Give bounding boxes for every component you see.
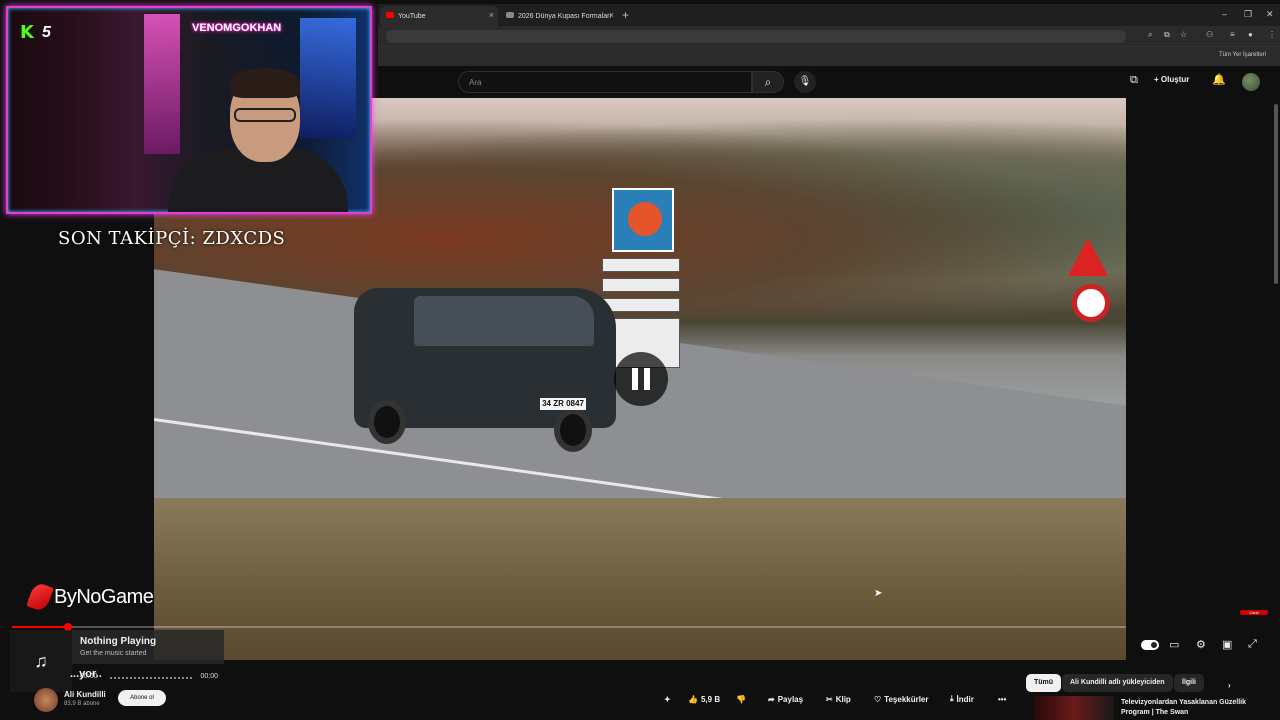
page-scrollbar[interactable] — [1274, 104, 1278, 284]
browser-tab-bar: YouTube × 2026 Dünya Kupası Formaları × … — [378, 4, 1280, 26]
bookmark-star-icon[interactable]: ☆ — [1180, 30, 1187, 39]
fullscreen-icon[interactable]: ⤢ — [1248, 638, 1257, 651]
miniplayer-icon[interactable]: ▣ — [1222, 638, 1232, 651]
search-icon[interactable]: ⌕ — [752, 71, 784, 93]
video-title: ...yor.. — [70, 668, 102, 680]
youtube-header: Ara ⌕ 🎙 ⧉ + Oluştur 🔔 — [378, 66, 1280, 98]
close-tab-icon[interactable]: × — [489, 10, 494, 20]
chip-all[interactable]: Tümü — [1026, 674, 1062, 692]
search-input[interactable]: Ara — [458, 71, 752, 93]
prohibition-sign — [1072, 284, 1110, 322]
streamer-channel-name: VENOMGOKHAN — [192, 22, 282, 34]
music-widget: ♫ Nothing Playing Get the music started … — [10, 630, 224, 694]
van-in-video: 34 ZR 0847 — [354, 268, 616, 454]
restore-icon[interactable]: ❐ — [1244, 9, 1252, 20]
subscriber-count: 83,9 B abone — [64, 701, 100, 707]
video-progress-bar[interactable] — [12, 623, 1126, 631]
zoom-icon[interactable]: ⌕ — [1148, 30, 1152, 40]
bynogame-logo-icon — [26, 581, 54, 613]
last-follower-text: SON TAKİPÇİ: ZDXCDS — [58, 228, 286, 249]
suggested-video-thumbnail[interactable] — [1034, 696, 1114, 720]
warning-sign — [1068, 238, 1108, 276]
clip-button[interactable]: ✂ Klip — [826, 690, 851, 708]
address-bar-row: ⌕ ⧉ ☆ ⚇ ≡ ● ⋮ — [378, 26, 1280, 46]
cast-tab-icon[interactable]: ⧉ — [1164, 30, 1170, 40]
tab-world-cup[interactable]: 2026 Dünya Kupası Formaları × — [500, 6, 618, 26]
dislike-icon[interactable]: 👎 — [736, 690, 746, 708]
suggested-video[interactable]: Televizyonlardan Yasaklanan Güzellik Pro… — [1034, 696, 1280, 720]
chip-related[interactable]: İlgili — [1174, 674, 1204, 692]
channel-avatar[interactable] — [34, 688, 58, 712]
video-foreground-grass — [154, 498, 1126, 660]
roadside-logo-sign — [612, 188, 674, 252]
extensions-icon[interactable]: ⚇ — [1206, 30, 1213, 39]
notifications-bell-icon[interactable]: 🔔 — [1212, 73, 1226, 86]
close-window-icon[interactable]: ✕ — [1266, 9, 1274, 20]
live-badge: Canlı — [1240, 610, 1268, 615]
microphone-icon[interactable]: 🎙 — [794, 71, 816, 93]
ai-sparkle-icon[interactable]: ✦ — [664, 690, 671, 708]
menu-icon[interactable]: ⋮ — [1268, 30, 1276, 39]
new-tab-button[interactable]: + — [622, 8, 629, 22]
settings-gear-icon[interactable]: ⚙ — [1196, 638, 1206, 651]
streamer-webcam: K 5 VENOMGOKHAN — [6, 6, 372, 214]
chevron-right-icon[interactable]: › — [1228, 676, 1231, 694]
share-button[interactable]: ➦ Paylaş — [768, 690, 803, 708]
music-subtitle: Get the music started — [80, 650, 147, 657]
scissors-icon: ✂ — [826, 694, 833, 704]
close-tab-icon[interactable]: × — [609, 10, 614, 20]
subtitles-icon[interactable]: ▭ — [1169, 638, 1179, 651]
right-sidebar-area — [1126, 98, 1280, 660]
minimize-icon[interactable]: – — [1222, 9, 1227, 19]
thanks-icon: ♡ — [874, 694, 882, 704]
share-icon: ➦ — [768, 694, 775, 704]
music-title: Nothing Playing — [80, 636, 157, 647]
tab-label: YouTube — [398, 12, 426, 20]
chip-from-uploader[interactable]: Ali Kundilli adlı yükleyiciden — [1062, 674, 1173, 692]
subscribe-button[interactable]: Abone ol — [118, 690, 166, 706]
like-icon: 👍 — [688, 694, 698, 704]
download-icon: ⤓ — [950, 694, 954, 703]
page-favicon-icon — [506, 12, 514, 18]
tab-youtube[interactable]: YouTube × — [380, 6, 498, 26]
mouse-cursor-icon: ➤ — [874, 588, 883, 599]
channel-name[interactable]: Ali Kundilli — [64, 690, 106, 699]
license-plate: 34 ZR 0847 — [540, 398, 586, 410]
create-button[interactable]: + Oluştur — [1154, 75, 1189, 84]
progress-played — [12, 626, 68, 628]
account-avatar[interactable] — [1242, 73, 1260, 91]
like-button[interactable]: 👍 5,9 B — [688, 690, 720, 708]
profile-icon[interactable]: ● — [1248, 30, 1253, 39]
url-field[interactable] — [386, 30, 1126, 43]
cast-icon[interactable]: ⧉ — [1130, 74, 1138, 87]
suggested-video-title[interactable]: Televizyonlardan Yasaklanan Güzellik Pro… — [1121, 698, 1271, 718]
music-info: Nothing Playing Get the music started — [72, 630, 224, 664]
bookmarks-bar: Tüm Yer İşaretleri — [378, 46, 1280, 66]
kick-logo-icon: K — [20, 22, 34, 43]
kick-viewer-count: 5 — [42, 24, 51, 41]
tab-label: 2026 Dünya Kupası Formaları — [518, 12, 612, 20]
music-note-icon: ♫ — [10, 630, 72, 692]
all-bookmarks-link[interactable]: Tüm Yer İşaretleri — [1219, 52, 1266, 58]
more-actions-button[interactable]: ••• — [998, 690, 1006, 708]
autoplay-toggle[interactable] — [1141, 640, 1159, 650]
youtube-favicon-icon — [386, 12, 394, 18]
thanks-button[interactable]: ♡ Teşekkürler — [874, 690, 929, 708]
pause-icon[interactable] — [614, 352, 668, 406]
sponsor-logo: ByNoGame — [26, 581, 154, 613]
download-button[interactable]: ⤓ İndir — [950, 690, 974, 708]
media-icon[interactable]: ≡ — [1230, 30, 1235, 39]
streamer — [168, 68, 348, 212]
